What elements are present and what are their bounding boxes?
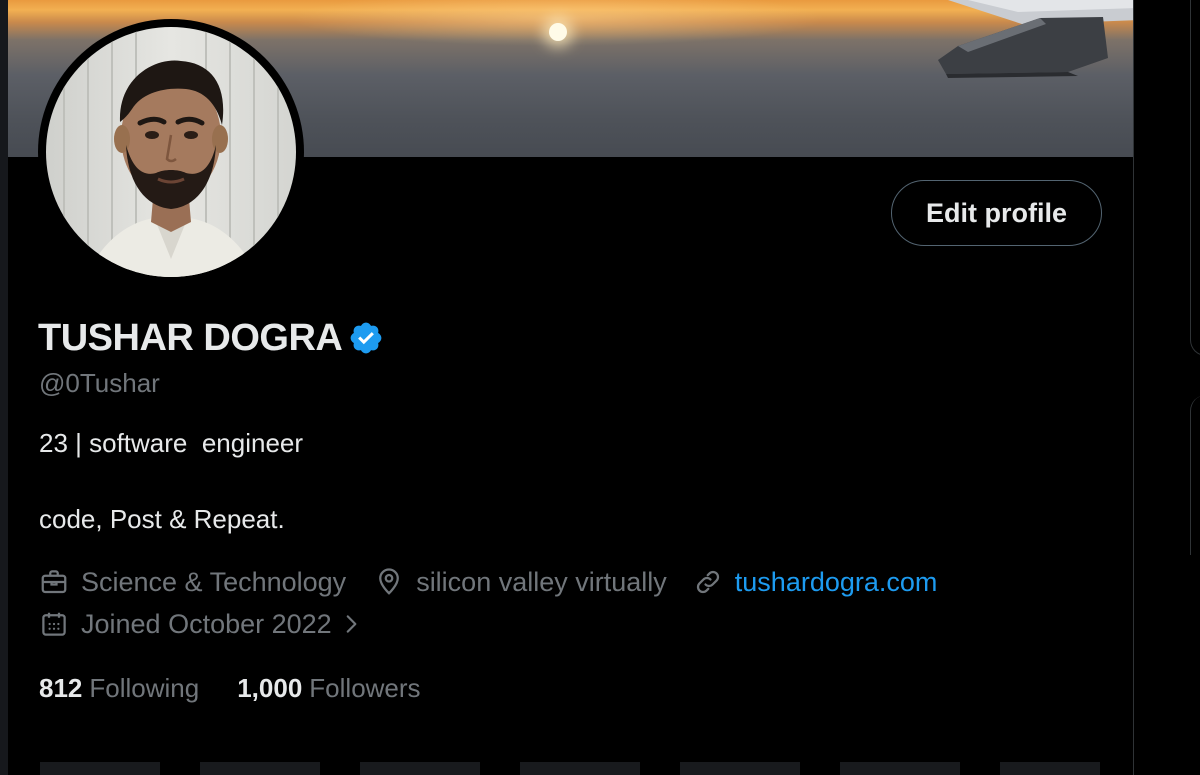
followers-count: 1,000 [237,672,303,703]
profile-meta-row: Science & Technology silicon valley virt… [39,564,937,600]
edit-profile-button[interactable]: Edit profile [891,180,1102,246]
avatar-portrait [46,27,296,277]
profile-website-link[interactable]: tushardogra.com [735,567,938,598]
calendar-icon [42,612,66,636]
verified-badge-icon[interactable] [348,320,384,356]
followers-stat[interactable]: 1,000 Followers [237,673,420,704]
following-label: Following [89,672,200,703]
briefcase-icon [41,570,67,594]
profile-bio-line: code, Post & Repeat. [39,504,285,534]
profile-handle: @0Tushar [39,368,160,398]
following-count: 812 [39,672,83,703]
profile-location-label: silicon valley virtually [416,566,667,597]
banner-sun [549,23,567,41]
chevron-right-icon[interactable] [338,611,364,637]
left-rail [0,0,8,775]
profile-category: Science & Technology [39,567,346,598]
link-icon [696,570,719,594]
banner-airplane-wing [938,0,1133,78]
followers-label: Followers [309,672,421,703]
location-pin-icon [379,568,400,595]
right-sidebar-card [1190,395,1200,555]
profile-category-label: Science & Technology [81,566,347,597]
column-divider [1133,0,1134,775]
profile-location: silicon valley virtually [374,567,667,598]
avatar-photo [46,27,296,277]
profile-website[interactable]: tushardogra.com [693,567,938,598]
profile-joined-label: Joined October 2022 [81,608,332,639]
right-sidebar-card [1190,0,1200,356]
profile-stats: 812 Following 1,000 Followers [39,670,421,706]
profile-bio-line: 23 | software engineer [39,428,304,458]
profile-joined-row[interactable]: Joined October 2022 [39,606,364,642]
following-stat[interactable]: 812 Following [39,673,199,704]
profile-joined[interactable]: Joined October 2022 [39,609,364,640]
profile-tabs-cutoff [40,762,1100,775]
profile-display-name: TUSHAR DOGRA [38,316,343,359]
profile-avatar[interactable] [38,19,304,285]
profile-name-row: TUSHAR DOGRA [38,316,384,360]
profile-page: Edit profile TUSHAR DOGRA @0Tushar 23 | … [0,0,1200,775]
